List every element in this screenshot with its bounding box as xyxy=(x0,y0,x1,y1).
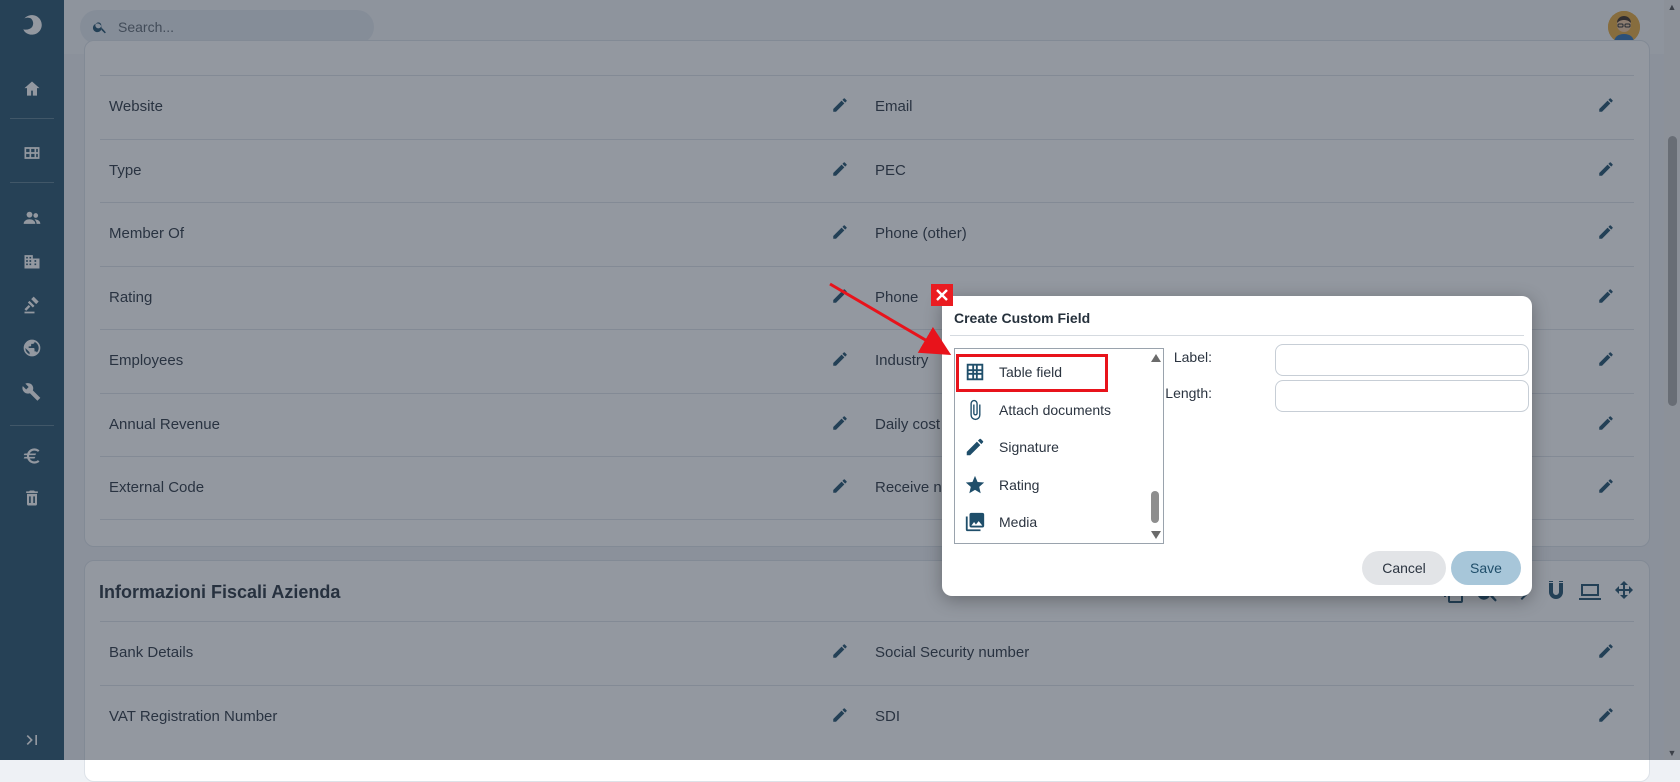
annotation-arrow xyxy=(829,282,952,356)
